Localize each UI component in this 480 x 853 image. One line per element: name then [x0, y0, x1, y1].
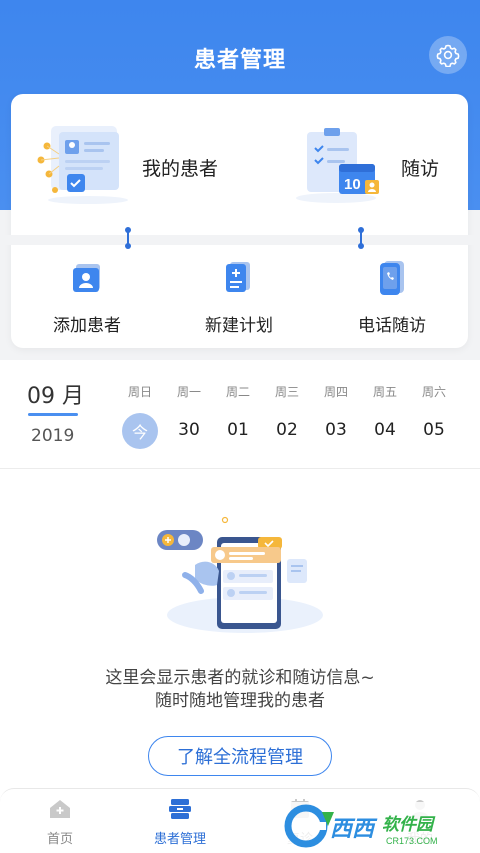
- card-separator: [0, 235, 480, 245]
- divider: [0, 468, 480, 469]
- weekday-label: 周四: [323, 385, 348, 399]
- follow-up-label: 随访: [401, 158, 440, 180]
- learn-workflow-button[interactable]: 了解全流程管理: [148, 736, 332, 776]
- feature-card-top: 我的患者 10 随访: [11, 94, 468, 236]
- weekday-label: 周六: [421, 385, 446, 399]
- svg-text:西西: 西西: [330, 817, 378, 842]
- new-plan-icon: [226, 262, 250, 292]
- home-icon: [50, 800, 70, 818]
- add-patient-icon: [73, 264, 100, 292]
- calendar-day[interactable]: 03: [316, 420, 356, 440]
- connector-right: [357, 227, 365, 249]
- calendar-month[interactable]: 09 月: [27, 378, 84, 410]
- weekday-label: 周二: [225, 385, 250, 399]
- my-patients-illustration: [37, 126, 128, 204]
- calendar-day[interactable]: 05: [414, 420, 454, 440]
- follow-up-illustration: 10: [296, 128, 379, 203]
- svg-text:软件园: 软件园: [382, 815, 436, 835]
- tab-patient-management-label: 患者管理: [153, 832, 206, 847]
- gear-icon: [436, 44, 460, 67]
- calendar-day[interactable]: 04: [365, 420, 405, 440]
- today-marker[interactable]: 今: [122, 413, 158, 449]
- weekday-label: 周一: [176, 385, 201, 399]
- calendar-day[interactable]: 30: [169, 420, 209, 440]
- calendar-day[interactable]: 01: [218, 420, 258, 440]
- action-new-plan[interactable]: 新建计划: [169, 244, 309, 339]
- weekday-label: 周五: [372, 385, 397, 399]
- action-phone-follow-up[interactable]: 电话随访: [322, 244, 462, 339]
- weekday-label: 周日: [127, 385, 152, 399]
- page-title: 患者管理: [193, 48, 286, 73]
- tab-patient-management[interactable]: 患者管理: [120, 789, 240, 853]
- follow-up-entry[interactable]: 10 随访: [239, 94, 468, 236]
- month-underline: [28, 413, 78, 416]
- add-patient-label: 添加患者: [53, 316, 121, 336]
- calendar-day[interactable]: 02: [267, 420, 307, 440]
- empty-state-line1: 这里会显示患者的就诊和随访信息~: [105, 668, 375, 688]
- patient-management-icon: [169, 799, 191, 819]
- connector-left: [124, 227, 132, 249]
- calendar-year: 2019: [31, 426, 75, 446]
- weekday-label: 周三: [274, 385, 299, 399]
- action-add-patient[interactable]: 添加患者: [17, 244, 157, 339]
- calendar-badge: 10: [344, 176, 361, 193]
- phone-follow-up-label: 电话随访: [358, 316, 426, 336]
- empty-state-illustration: [157, 516, 323, 633]
- new-plan-label: 新建计划: [205, 316, 273, 336]
- tab-home-label: 首页: [46, 832, 73, 847]
- tab-home[interactable]: 首页: [0, 789, 120, 853]
- svg-text:CR173.COM: CR173.COM: [386, 836, 438, 846]
- empty-state-line2: 随时随地管理我的患者: [155, 691, 325, 711]
- phone-icon: [380, 261, 404, 295]
- my-patients-label: 我的患者: [142, 158, 219, 180]
- my-patients-entry[interactable]: 我的患者: [11, 94, 239, 236]
- feature-card: 我的患者 10 随访 添加患者 新建计划 电话随访: [11, 94, 468, 348]
- settings-button[interactable]: [429, 36, 467, 74]
- watermark-logo: 西西 软件园 CR173.COM: [278, 800, 478, 852]
